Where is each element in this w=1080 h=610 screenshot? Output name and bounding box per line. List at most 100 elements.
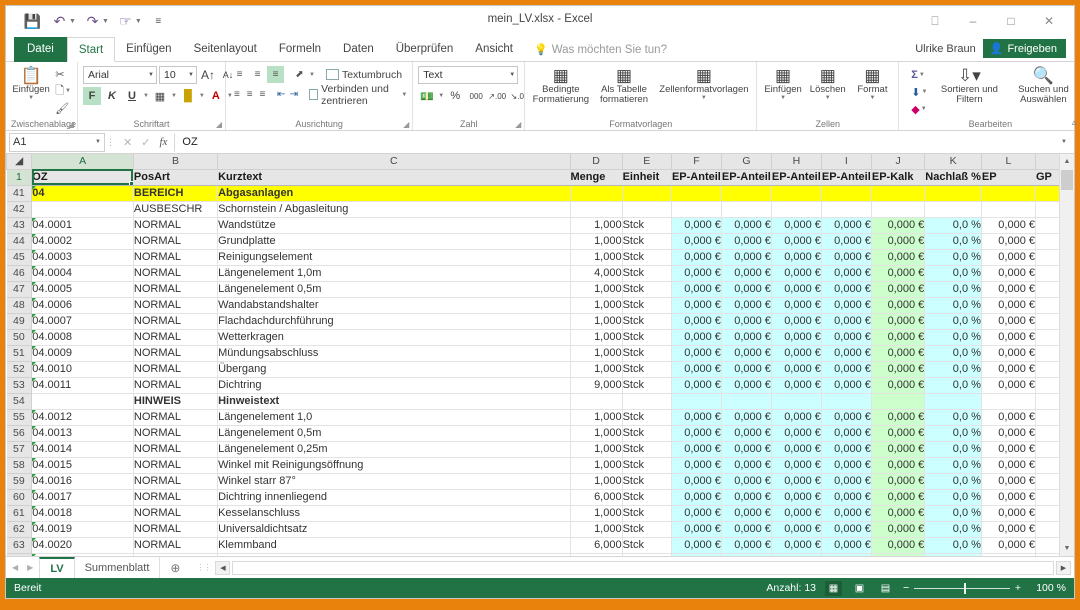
- column-header-E[interactable]: E: [622, 154, 671, 169]
- cell-J57[interactable]: 0,000 €: [871, 441, 924, 457]
- cell-C44[interactable]: Grundplatte: [218, 233, 570, 249]
- cell-I47[interactable]: 0,000 €: [821, 281, 871, 297]
- clear-button[interactable]: ◆▼: [910, 101, 928, 117]
- header-cell-H[interactable]: EP-Anteil: [771, 169, 821, 185]
- cell-J62[interactable]: 0,000 €: [871, 521, 924, 537]
- cut-button[interactable]: ✂: [54, 66, 72, 82]
- cell-J64[interactable]: 0,000 €: [871, 553, 924, 556]
- cell-B45[interactable]: NORMAL: [133, 249, 217, 265]
- sheet-tab-lv[interactable]: LV: [39, 557, 74, 578]
- header-cell-D[interactable]: Menge: [570, 169, 622, 185]
- cell-H53[interactable]: 0,000 €: [771, 377, 821, 393]
- cell-I53[interactable]: 0,000 €: [821, 377, 871, 393]
- cell-A62[interactable]: 04.0019: [32, 521, 134, 537]
- cell-D45[interactable]: 1,000: [570, 249, 622, 265]
- underline-dropdown-icon[interactable]: ▼: [143, 93, 149, 99]
- cell-A57[interactable]: 04.0014: [32, 441, 134, 457]
- cell-C41[interactable]: Abgasanlagen: [218, 185, 570, 201]
- cell-D43[interactable]: 1,000: [570, 217, 622, 233]
- cell-E54[interactable]: [622, 393, 671, 409]
- cell-F48[interactable]: 0,000 €: [671, 297, 721, 313]
- cell-C56[interactable]: Längenelement 0,5m: [218, 425, 570, 441]
- column-header-J[interactable]: J: [871, 154, 924, 169]
- cell-D57[interactable]: 1,000: [570, 441, 622, 457]
- cell-L54[interactable]: [981, 393, 1035, 409]
- cell-C50[interactable]: Wetterkragen: [218, 329, 570, 345]
- zoom-level[interactable]: 100 %: [1030, 582, 1066, 594]
- cell-G64[interactable]: 0,000 €: [721, 553, 771, 556]
- share-button[interactable]: 👤 Freigeben: [983, 39, 1066, 58]
- font-dialog-launcher-icon[interactable]: ◢: [216, 120, 222, 129]
- table-row[interactable]: 4104BEREICHAbgasanlagen: [7, 185, 1074, 201]
- cell-C47[interactable]: Längenelement 0,5m: [218, 281, 570, 297]
- cell-D44[interactable]: 1,000: [570, 233, 622, 249]
- table-row[interactable]: 54HINWEISHinweistext: [7, 393, 1074, 409]
- cell-G55[interactable]: 0,000 €: [721, 409, 771, 425]
- cell-F63[interactable]: 0,000 €: [671, 537, 721, 553]
- cell-L58[interactable]: 0,000 €: [981, 457, 1035, 473]
- cell-B54[interactable]: HINWEIS: [133, 393, 217, 409]
- cell-H45[interactable]: 0,000 €: [771, 249, 821, 265]
- cell-D47[interactable]: 1,000: [570, 281, 622, 297]
- cell-J60[interactable]: 0,000 €: [871, 489, 924, 505]
- close-icon[interactable]: ✕: [1030, 8, 1068, 34]
- scrollbar-grip-icon[interactable]: ⋮⋮: [193, 563, 213, 572]
- cell-D54[interactable]: [570, 393, 622, 409]
- cell-I43[interactable]: 0,000 €: [821, 217, 871, 233]
- cell-K49[interactable]: 0,0 %: [925, 313, 982, 329]
- cell-C59[interactable]: Winkel starr 87°: [218, 473, 570, 489]
- cell-styles-button[interactable]: ▦ Zellenformatvorlagen ▼: [657, 66, 752, 101]
- align-top-icon[interactable]: ≡: [231, 66, 248, 83]
- cell-E64[interactable]: psch: [622, 553, 671, 556]
- cell-L42[interactable]: [981, 201, 1035, 217]
- number-format-combo[interactable]: Text▼: [418, 66, 518, 84]
- grow-font-icon[interactable]: A↑: [199, 66, 217, 84]
- cell-A49[interactable]: 04.0007: [32, 313, 134, 329]
- cell-F42[interactable]: [671, 201, 721, 217]
- align-right-icon[interactable]: ≡: [257, 86, 269, 103]
- collapse-ribbon-icon[interactable]: ▵: [1072, 117, 1077, 128]
- cell-D62[interactable]: 1,000: [570, 521, 622, 537]
- row-header-55[interactable]: 55: [7, 409, 32, 425]
- cell-J51[interactable]: 0,000 €: [871, 345, 924, 361]
- prev-sheet-icon[interactable]: ◀: [12, 563, 18, 572]
- cell-K61[interactable]: 0,0 %: [925, 505, 982, 521]
- tab-ansicht[interactable]: Ansicht: [464, 37, 524, 62]
- table-row[interactable]: 5304.0011NORMALDichtring9,000Stck0,000 €…: [7, 377, 1074, 393]
- cell-C53[interactable]: Dichtring: [218, 377, 570, 393]
- cell-K41[interactable]: [925, 185, 982, 201]
- cell-E60[interactable]: Stck: [622, 489, 671, 505]
- align-center-icon[interactable]: ≡: [244, 86, 256, 103]
- cell-I60[interactable]: 0,000 €: [821, 489, 871, 505]
- font-color-icon[interactable]: A: [207, 87, 225, 105]
- row-header-49[interactable]: 49: [7, 313, 32, 329]
- cell-J59[interactable]: 0,000 €: [871, 473, 924, 489]
- cell-J45[interactable]: 0,000 €: [871, 249, 924, 265]
- cell-F56[interactable]: 0,000 €: [671, 425, 721, 441]
- name-box-dropdown-icon[interactable]: ▼: [95, 139, 101, 145]
- cell-A44[interactable]: 04.0002: [32, 233, 134, 249]
- cell-H56[interactable]: 0,000 €: [771, 425, 821, 441]
- table-row[interactable]: 4604.0004NORMALLängenelement 1,0m4,000St…: [7, 265, 1074, 281]
- restore-window-icon[interactable]: ⎕: [916, 8, 954, 34]
- cell-C42[interactable]: Schornstein / Abgasleitung: [218, 201, 570, 217]
- merge-center-label[interactable]: Verbinden und zentrieren: [321, 83, 398, 107]
- cell-K42[interactable]: [925, 201, 982, 217]
- cell-L62[interactable]: 0,000 €: [981, 521, 1035, 537]
- cell-A64[interactable]: 04.0021: [32, 553, 134, 556]
- header-cell-K[interactable]: Nachlaß %: [925, 169, 982, 185]
- sheet-nav-buttons[interactable]: ◀ ▶: [6, 557, 39, 578]
- cell-L47[interactable]: 0,000 €: [981, 281, 1035, 297]
- cell-G58[interactable]: 0,000 €: [721, 457, 771, 473]
- cell-J47[interactable]: 0,000 €: [871, 281, 924, 297]
- insert-cells-dropdown-icon[interactable]: ▼: [780, 95, 786, 101]
- cell-L48[interactable]: 0,000 €: [981, 297, 1035, 313]
- cell-A46[interactable]: 04.0004: [32, 265, 134, 281]
- cell-L64[interactable]: 0,000 €: [981, 553, 1035, 556]
- cell-K59[interactable]: 0,0 %: [925, 473, 982, 489]
- cell-L43[interactable]: 0,000 €: [981, 217, 1035, 233]
- cell-E53[interactable]: Stck: [622, 377, 671, 393]
- copy-dropdown-icon[interactable]: ▼: [65, 88, 71, 94]
- header-cell-G[interactable]: EP-Anteil: [721, 169, 771, 185]
- cell-D48[interactable]: 1,000: [570, 297, 622, 313]
